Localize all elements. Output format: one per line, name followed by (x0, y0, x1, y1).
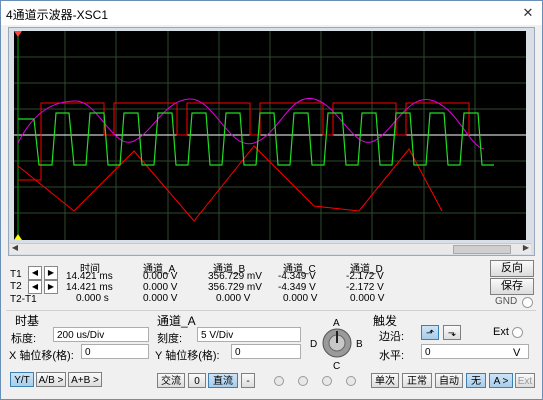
waveform-display (14, 31, 526, 240)
knob-label-c: C (333, 361, 341, 372)
rising-edge-button[interactable]: ⬏ (421, 325, 439, 340)
x-position-label: X 轴位移(格): (9, 350, 74, 362)
led-1-icon (274, 376, 284, 386)
dc-coupling-button[interactable]: 直流 (208, 373, 238, 388)
edge-label: 边沿: (379, 331, 405, 343)
t1-channel-a: 0.000 V (143, 271, 178, 282)
t2-channel-a: 0.000 V (143, 282, 178, 293)
t1-arrows: ◀ ▶ (28, 266, 58, 280)
t1-time: 14.421 ms (66, 271, 113, 282)
diff-channel-d: 0.000 V (350, 293, 385, 304)
gnd-label: GND (495, 296, 518, 307)
auto-trigger-button[interactable]: 自动 (435, 373, 463, 388)
t2-channel-d: -2.172 V (346, 282, 384, 293)
yt-mode-button[interactable]: Y/T (10, 372, 34, 387)
t2-right-arrow-icon[interactable]: ▶ (44, 280, 58, 294)
t2-channel-c: -4.349 V (278, 282, 316, 293)
led-3-icon (322, 376, 332, 386)
normal-trigger-button[interactable]: 正常 (402, 373, 432, 388)
ac-coupling-button[interactable]: 交流 (157, 373, 185, 388)
trigger-title: 触发 (373, 314, 398, 328)
t1-label: T1 (10, 269, 22, 280)
led-2-icon (298, 376, 308, 386)
channel-a-trace (18, 112, 494, 166)
t2-time: 14.421 ms (66, 282, 113, 293)
gnd-radio[interactable] (522, 297, 533, 308)
t2-label: T2 (10, 281, 22, 292)
channel-scale-label: 刻度: (157, 333, 183, 345)
level-unit: V (513, 347, 521, 359)
panel-divider (6, 310, 536, 311)
t2-t1-label: T2-T1 (10, 294, 37, 305)
t1-right-arrow-icon[interactable]: ▶ (44, 266, 58, 280)
save-button[interactable]: 保存 (490, 278, 534, 295)
timebase-scale-label: 标度: (11, 333, 37, 345)
none-trigger-button[interactable]: 无 (466, 373, 486, 388)
scope-screen[interactable] (14, 31, 526, 240)
scroll-left-icon[interactable]: ◀ (10, 243, 20, 253)
t1-channel-b: 356.729 mV (208, 271, 262, 282)
led-4-icon (346, 376, 356, 386)
readout-row-t1: 14.421 ms 0.000 V 356.729 mV -4.349 V -2… (58, 271, 488, 282)
t2-left-arrow-icon[interactable]: ◀ (28, 280, 42, 294)
diff-channel-a: 0.000 V (143, 293, 178, 304)
y-position-label: Y 轴位移(格): (155, 350, 220, 362)
knob-label-a: A (333, 318, 340, 329)
ab-mode-button[interactable]: A/B > (36, 372, 66, 387)
scroll-thumb[interactable] (453, 245, 511, 254)
close-icon[interactable]: ✕ (520, 5, 536, 21)
t2-channel-b: 356.729 mV (208, 282, 262, 293)
readout-row-t2: 14.421 ms 0.000 V 356.729 mV -4.349 V -2… (58, 282, 488, 293)
diff-channel-c: 0.000 V (283, 293, 318, 304)
channel-title: 通道_A (157, 314, 196, 328)
channel-selector-knob[interactable] (319, 325, 355, 361)
t1-left-arrow-icon[interactable]: ◀ (28, 266, 42, 280)
channel-scale-field[interactable]: 5 V/Div (197, 327, 301, 342)
diff-channel-b: 0.000 V (216, 293, 251, 304)
ext-label: Ext (493, 326, 509, 338)
cursor-readout: T1 T2 T2-T1 ◀ ▶ ◀ ▶ 时间 通道_A 通道_B 通道_C 通道… (8, 258, 484, 309)
t1-channel-c: -4.349 V (278, 271, 316, 282)
reverse-button[interactable]: 反向 (490, 260, 534, 277)
diff-time: 0.000 s (76, 293, 109, 304)
scroll-right-icon[interactable]: ▶ (521, 243, 531, 253)
level-label: 水平: (379, 350, 405, 362)
readout-row-diff: 0.000 s 0.000 V 0.000 V 0.000 V 0.000 V (58, 293, 488, 304)
knob-label-b: B (356, 339, 363, 350)
y-position-field[interactable]: 0 (231, 344, 301, 359)
trigger-ext-button[interactable]: Ext (515, 373, 535, 388)
scope-panel: ◀ ▶ (8, 27, 535, 256)
trigger-a-button[interactable]: A > (489, 373, 513, 388)
ext-radio[interactable] (512, 327, 523, 338)
oscilloscope-window: 4通道示波器-XSC1 ✕ ◀ ▶ T1 T2 T2-T1 ◀ ▶ ◀ ▶ 时间… (0, 0, 543, 400)
x-position-field[interactable]: 0 (81, 344, 149, 359)
t2-arrows: ◀ ▶ (28, 280, 58, 294)
title-bar: 4通道示波器-XSC1 ✕ (1, 1, 542, 25)
readout-table: 时间 通道_A 通道_B 通道_C 通道_D 14.421 ms 0.000 V… (58, 260, 488, 304)
horizontal-scrollbar[interactable]: ◀ ▶ (10, 243, 531, 254)
invert-button[interactable]: - (241, 373, 255, 388)
t1-channel-d: -2.172 V (346, 271, 384, 282)
timebase-scale-field[interactable]: 200 us/Div (53, 327, 149, 342)
a-plus-b-mode-button[interactable]: A+B > (68, 372, 102, 387)
zero-coupling-button[interactable]: 0 (188, 373, 206, 388)
knob-label-d: D (310, 339, 318, 350)
timebase-title: 时基 (15, 314, 40, 328)
window-title: 4通道示波器-XSC1 (6, 8, 109, 22)
readout-header-row: 时间 通道_A 通道_B 通道_C 通道_D (58, 260, 488, 275)
falling-edge-button[interactable]: ⬎ (443, 325, 461, 340)
single-trigger-button[interactable]: 单次 (371, 373, 399, 388)
